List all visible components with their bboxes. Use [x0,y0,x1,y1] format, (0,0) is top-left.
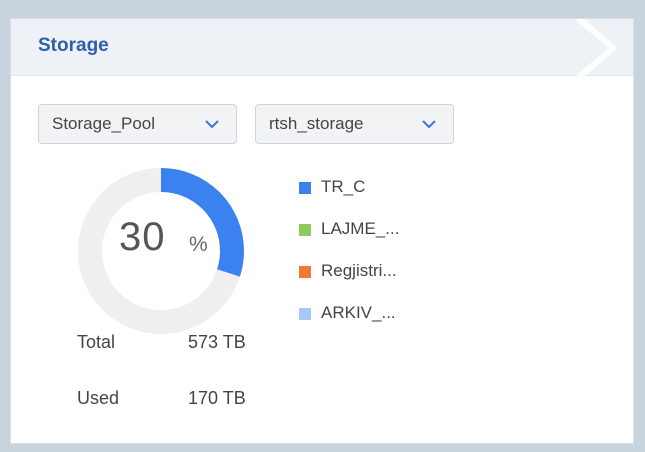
legend-swatch [299,308,311,320]
chevron-down-icon [422,120,436,129]
legend-swatch [299,224,311,236]
legend-swatch [299,266,311,278]
panel-header: Storage [11,19,633,91]
storage-name-select[interactable]: rtsh_storage [255,104,454,144]
legend-label: TR_C [321,177,366,196]
legend-label: Regjistri... [321,261,397,280]
storage-panel: Storage Storage_Pool rtsh_storage 30 % T… [10,18,634,444]
legend-label: ARKIV_... [321,303,396,322]
used-value: 170 TB [188,388,246,408]
total-label: Total [77,332,116,352]
used-label: Used [77,388,120,408]
storage-name-select-value: rtsh_storage [269,114,364,133]
storage-pool-select[interactable]: Storage_Pool [38,104,237,144]
legend-label: LAJME_... [321,219,400,238]
usage-percent-value: 30 [119,215,166,259]
chevron-down-icon [205,120,219,129]
total-value: 573 TB [188,332,246,352]
legend-swatch [299,182,311,194]
usage-percent-unit: % [189,233,208,256]
storage-pool-select-value: Storage_Pool [52,114,156,133]
header-chevron-decoration [561,19,618,91]
panel-title: Storage [38,35,109,56]
